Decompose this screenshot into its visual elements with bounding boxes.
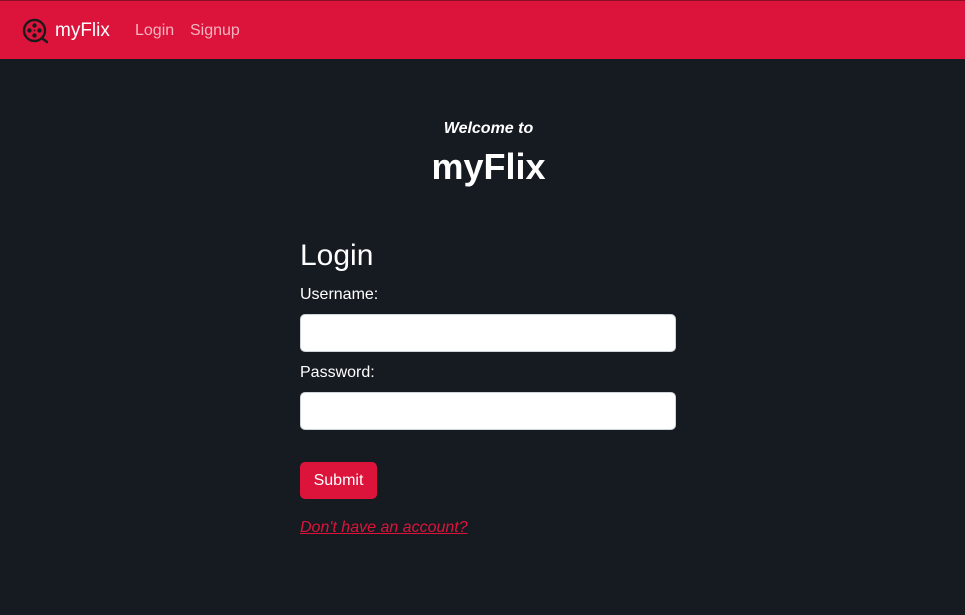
- film-reel-icon: [22, 18, 48, 44]
- submit-button[interactable]: Submit: [300, 462, 377, 499]
- top-navbar: myFlix Login Signup: [0, 0, 965, 59]
- welcome-subtitle: Welcome to: [443, 120, 534, 137]
- brand-name: myFlix: [55, 20, 110, 41]
- welcome-title: myFlix: [431, 146, 546, 187]
- signup-prompt-link[interactable]: Don't have an account?: [300, 518, 468, 538]
- brand-link[interactable]: myFlix: [22, 18, 110, 44]
- nav-signup-link[interactable]: Signup: [190, 21, 240, 41]
- nav-login-link[interactable]: Login: [135, 21, 174, 41]
- login-form-title: Login: [300, 239, 374, 272]
- password-label: Password:: [300, 364, 375, 381]
- username-label: Username:: [300, 286, 379, 303]
- username-input[interactable]: [300, 314, 676, 352]
- password-input[interactable]: [300, 392, 676, 430]
